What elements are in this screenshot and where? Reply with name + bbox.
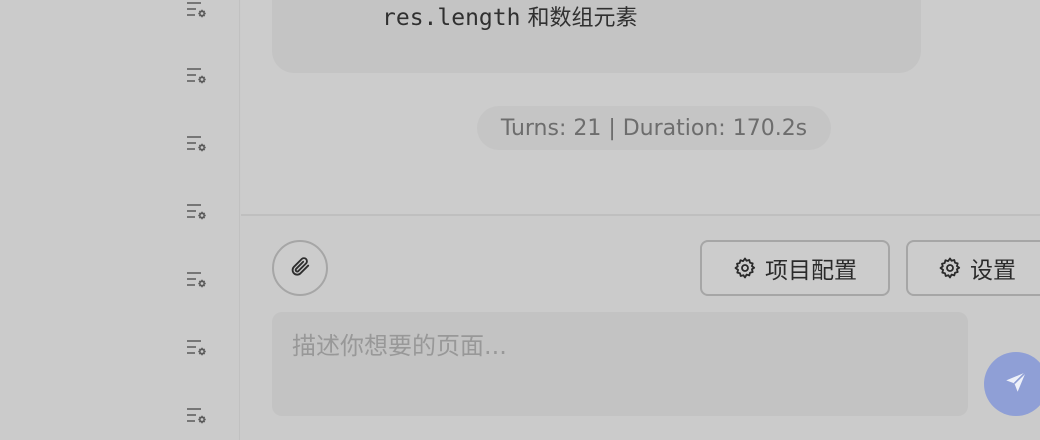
list-settings-icon[interactable] (184, 64, 208, 88)
message-text: res.length 和数组元素 (382, 0, 637, 32)
prompt-container (272, 312, 968, 416)
list-settings-icon[interactable] (184, 268, 208, 292)
sidebar (0, 0, 240, 440)
send-icon (1003, 369, 1029, 399)
list-settings-icon[interactable] (184, 200, 208, 224)
assistant-message: res.length 和数组元素 (272, 0, 921, 73)
send-button[interactable] (984, 352, 1040, 416)
message-code: res.length (382, 5, 521, 31)
project-config-label: 项目配置 (765, 258, 857, 284)
gear-icon (938, 256, 962, 280)
run-status-badge: Turns: 21 | Duration: 170.2s (477, 106, 831, 150)
list-settings-icon[interactable] (184, 0, 208, 22)
paperclip-icon (289, 255, 311, 281)
list-settings-icon[interactable] (184, 132, 208, 156)
list-settings-icon[interactable] (184, 404, 208, 428)
prompt-input[interactable] (272, 312, 968, 416)
settings-label: 设置 (970, 258, 1016, 284)
settings-button[interactable]: 设置 (906, 240, 1040, 296)
list-settings-icon[interactable] (184, 336, 208, 360)
project-config-button[interactable]: 项目配置 (700, 240, 890, 296)
attach-button[interactable] (272, 240, 328, 296)
message-tail: 和数组元素 (520, 6, 638, 31)
app-window: res.length 和数组元素 Turns: 21 | Duration: 1… (0, 0, 1040, 440)
chat-history: res.length 和数组元素 Turns: 21 | Duration: 1… (241, 0, 1040, 214)
gear-icon (733, 256, 757, 280)
divider (241, 214, 1040, 216)
